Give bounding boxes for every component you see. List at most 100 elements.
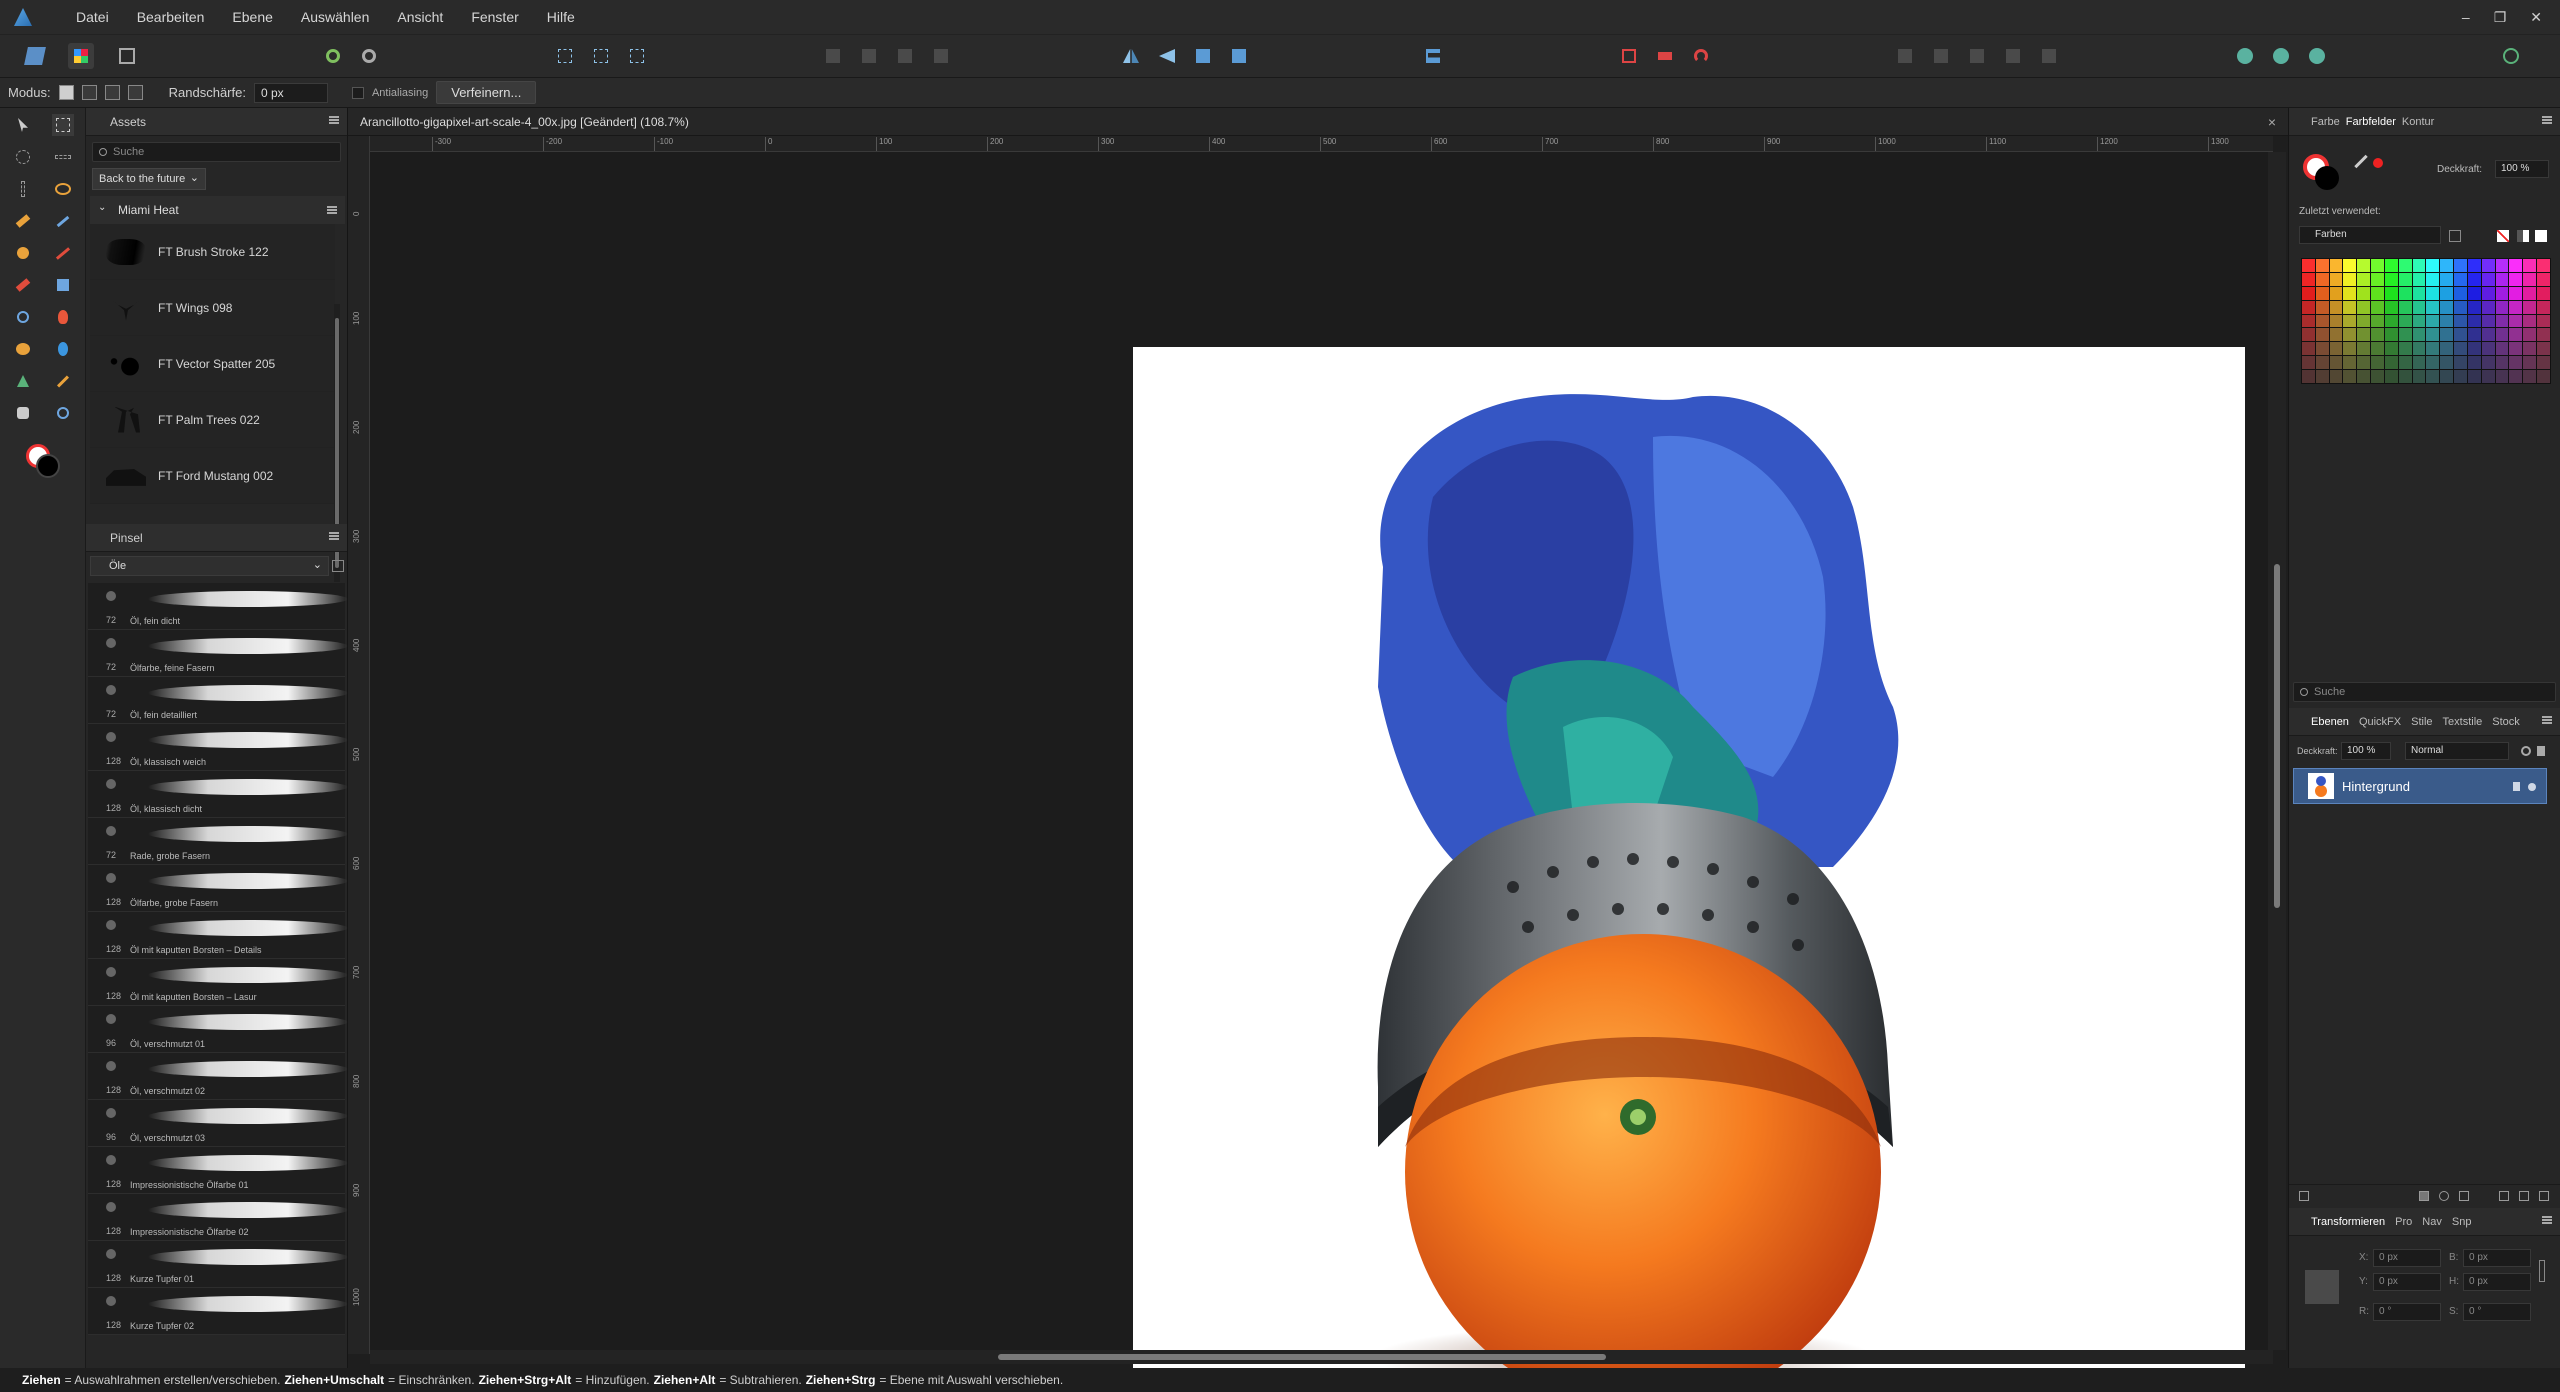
export-persona-icon[interactable] <box>114 43 140 69</box>
pen-triangle-icon[interactable] <box>12 370 34 392</box>
tab-transformieren[interactable]: Transformieren <box>2311 1216 2385 1228</box>
colour-swatch[interactable] <box>2357 370 2371 383</box>
colour-swatch[interactable] <box>2302 328 2315 342</box>
brush-item[interactable]: 96 Öl, verschmutzt 01 <box>88 1006 348 1053</box>
colour-swatch[interactable] <box>2454 370 2467 383</box>
layer-lock-icon[interactable] <box>2537 746 2545 756</box>
colour-swatch[interactable] <box>2440 342 2454 356</box>
colour-swatch[interactable] <box>2315 356 2329 370</box>
colour-swatch[interactable] <box>2426 356 2440 370</box>
colour-swatch[interactable] <box>2495 314 2509 328</box>
colour-swatch[interactable] <box>2315 342 2329 356</box>
settings-gear-icon[interactable] <box>356 43 382 69</box>
mask-icon[interactable] <box>2419 1191 2429 1201</box>
eyedropper-icon[interactable] <box>2354 154 2368 169</box>
colour-swatch[interactable] <box>2509 272 2523 286</box>
horizontal-scroll-thumb[interactable] <box>998 1354 1606 1360</box>
colour-swatch[interactable] <box>2398 286 2412 300</box>
hand-tool-icon[interactable] <box>12 402 34 424</box>
snapping-options-icon[interactable] <box>1652 43 1678 69</box>
clone-icon[interactable] <box>12 338 34 360</box>
eyedropper-icon[interactable] <box>52 370 74 392</box>
colour-swatch[interactable] <box>2371 370 2384 383</box>
colour-swatch[interactable] <box>2302 286 2315 300</box>
colour-swatch[interactable] <box>2384 328 2398 342</box>
colour-swatch[interactable] <box>2398 328 2412 342</box>
colour-swatch[interactable] <box>2509 328 2523 342</box>
colour-swatch[interactable] <box>2384 342 2398 356</box>
colour-swatch[interactable] <box>2481 370 2495 383</box>
move-tool-icon[interactable] <box>12 114 34 136</box>
aspect-lock-icon[interactable] <box>2539 1260 2545 1282</box>
colour-swatch[interactable] <box>2302 272 2315 286</box>
colour-swatch[interactable] <box>2384 286 2398 300</box>
colour-swatch[interactable] <box>2537 328 2550 342</box>
b-field[interactable]: 0 px <box>2463 1249 2531 1267</box>
colour-swatch[interactable] <box>2343 286 2357 300</box>
menu-ebene[interactable]: Ebene <box>218 9 286 25</box>
feather-input[interactable]: 0 px <box>253 82 328 103</box>
colour-swatch[interactable] <box>2509 300 2523 314</box>
blur-drop-icon[interactable] <box>52 338 74 360</box>
colour-opacity-field[interactable]: 100 % <box>2495 160 2549 178</box>
brush-item[interactable]: 128 Öl, verschmutzt 02 <box>88 1053 348 1100</box>
colour-swatch[interactable] <box>2398 300 2412 314</box>
panel-menu-icon[interactable] <box>329 532 339 540</box>
colour-swatch[interactable] <box>2495 356 2509 370</box>
vertical-scrollbar[interactable] <box>2268 152 2286 1350</box>
colour-swatch[interactable] <box>2329 342 2343 356</box>
mode-add-button[interactable] <box>81 85 97 100</box>
colour-swatch[interactable] <box>2315 314 2329 328</box>
delete-icon[interactable] <box>2539 1191 2549 1201</box>
colour-swatch[interactable] <box>2509 370 2523 383</box>
visibility-icon[interactable] <box>2528 783 2536 791</box>
colour-swatch[interactable] <box>2315 286 2329 300</box>
colour-swatch[interactable] <box>2495 342 2509 356</box>
colour-swatch[interactable] <box>2440 272 2454 286</box>
colour-swatch[interactable] <box>2302 314 2315 328</box>
zoom-tool-icon[interactable] <box>52 402 74 424</box>
rotate-left-icon[interactable] <box>1190 43 1216 69</box>
asset-item[interactable]: FT Vector Spatter 205 <box>90 336 335 392</box>
colour-swatch[interactable] <box>2426 314 2440 328</box>
colour-swatch[interactable] <box>2371 286 2384 300</box>
colour-swatch[interactable] <box>2481 356 2495 370</box>
y-field[interactable]: 0 px <box>2373 1273 2441 1291</box>
colour-swatch[interactable] <box>2467 259 2481 272</box>
brush-item[interactable]: 72 Öl, fein detailliert <box>88 677 348 724</box>
panel-menu-icon[interactable] <box>2542 116 2552 124</box>
arrange-back-icon[interactable] <box>856 43 882 69</box>
colour-swatch[interactable] <box>2343 328 2357 342</box>
boolean-subtract-icon[interactable] <box>1928 43 1954 69</box>
antialias-checkbox[interactable] <box>351 86 364 99</box>
colour-swatch[interactable] <box>2398 370 2412 383</box>
menu-fenster[interactable]: Fenster <box>457 9 532 25</box>
colour-swatch[interactable] <box>2315 370 2329 383</box>
boolean-intersect-icon[interactable] <box>1964 43 1990 69</box>
colour-swatch[interactable] <box>2495 259 2509 272</box>
colour-swatch[interactable] <box>2302 342 2315 356</box>
colour-swatch[interactable] <box>2481 300 2495 314</box>
colour-swatch[interactable] <box>2440 314 2454 328</box>
tab-farbe[interactable]: Farbe <box>2311 116 2340 128</box>
brush-grid-icon[interactable] <box>332 560 344 572</box>
colour-swatch[interactable] <box>2509 314 2523 328</box>
colour-swatch[interactable] <box>2509 259 2523 272</box>
colour-swatch[interactable] <box>2523 314 2537 328</box>
colour-swatch[interactable] <box>2343 272 2357 286</box>
anchor-point-icon[interactable] <box>2305 1270 2339 1304</box>
colour-swatch[interactable] <box>2440 300 2454 314</box>
colour-swatch[interactable] <box>2426 259 2440 272</box>
colour-swatch[interactable] <box>2495 300 2509 314</box>
palette-dropdown[interactable]: Farben <box>2299 226 2441 244</box>
none-swatch-icon[interactable] <box>2497 230 2509 242</box>
colour-swatch[interactable] <box>2343 370 2357 383</box>
menu-auswaehlen[interactable]: Auswählen <box>287 9 384 25</box>
brush-item[interactable]: 96 Öl, verschmutzt 03 <box>88 1100 348 1147</box>
colour-swatch[interactable] <box>2537 259 2550 272</box>
r-field[interactable]: 0 ° <box>2373 1303 2441 1321</box>
colour-swatch[interactable] <box>2426 286 2440 300</box>
panel-menu-icon[interactable] <box>2542 716 2552 724</box>
s-field[interactable]: 0 ° <box>2463 1303 2531 1321</box>
close-button[interactable]: ✕ <box>2530 9 2542 26</box>
